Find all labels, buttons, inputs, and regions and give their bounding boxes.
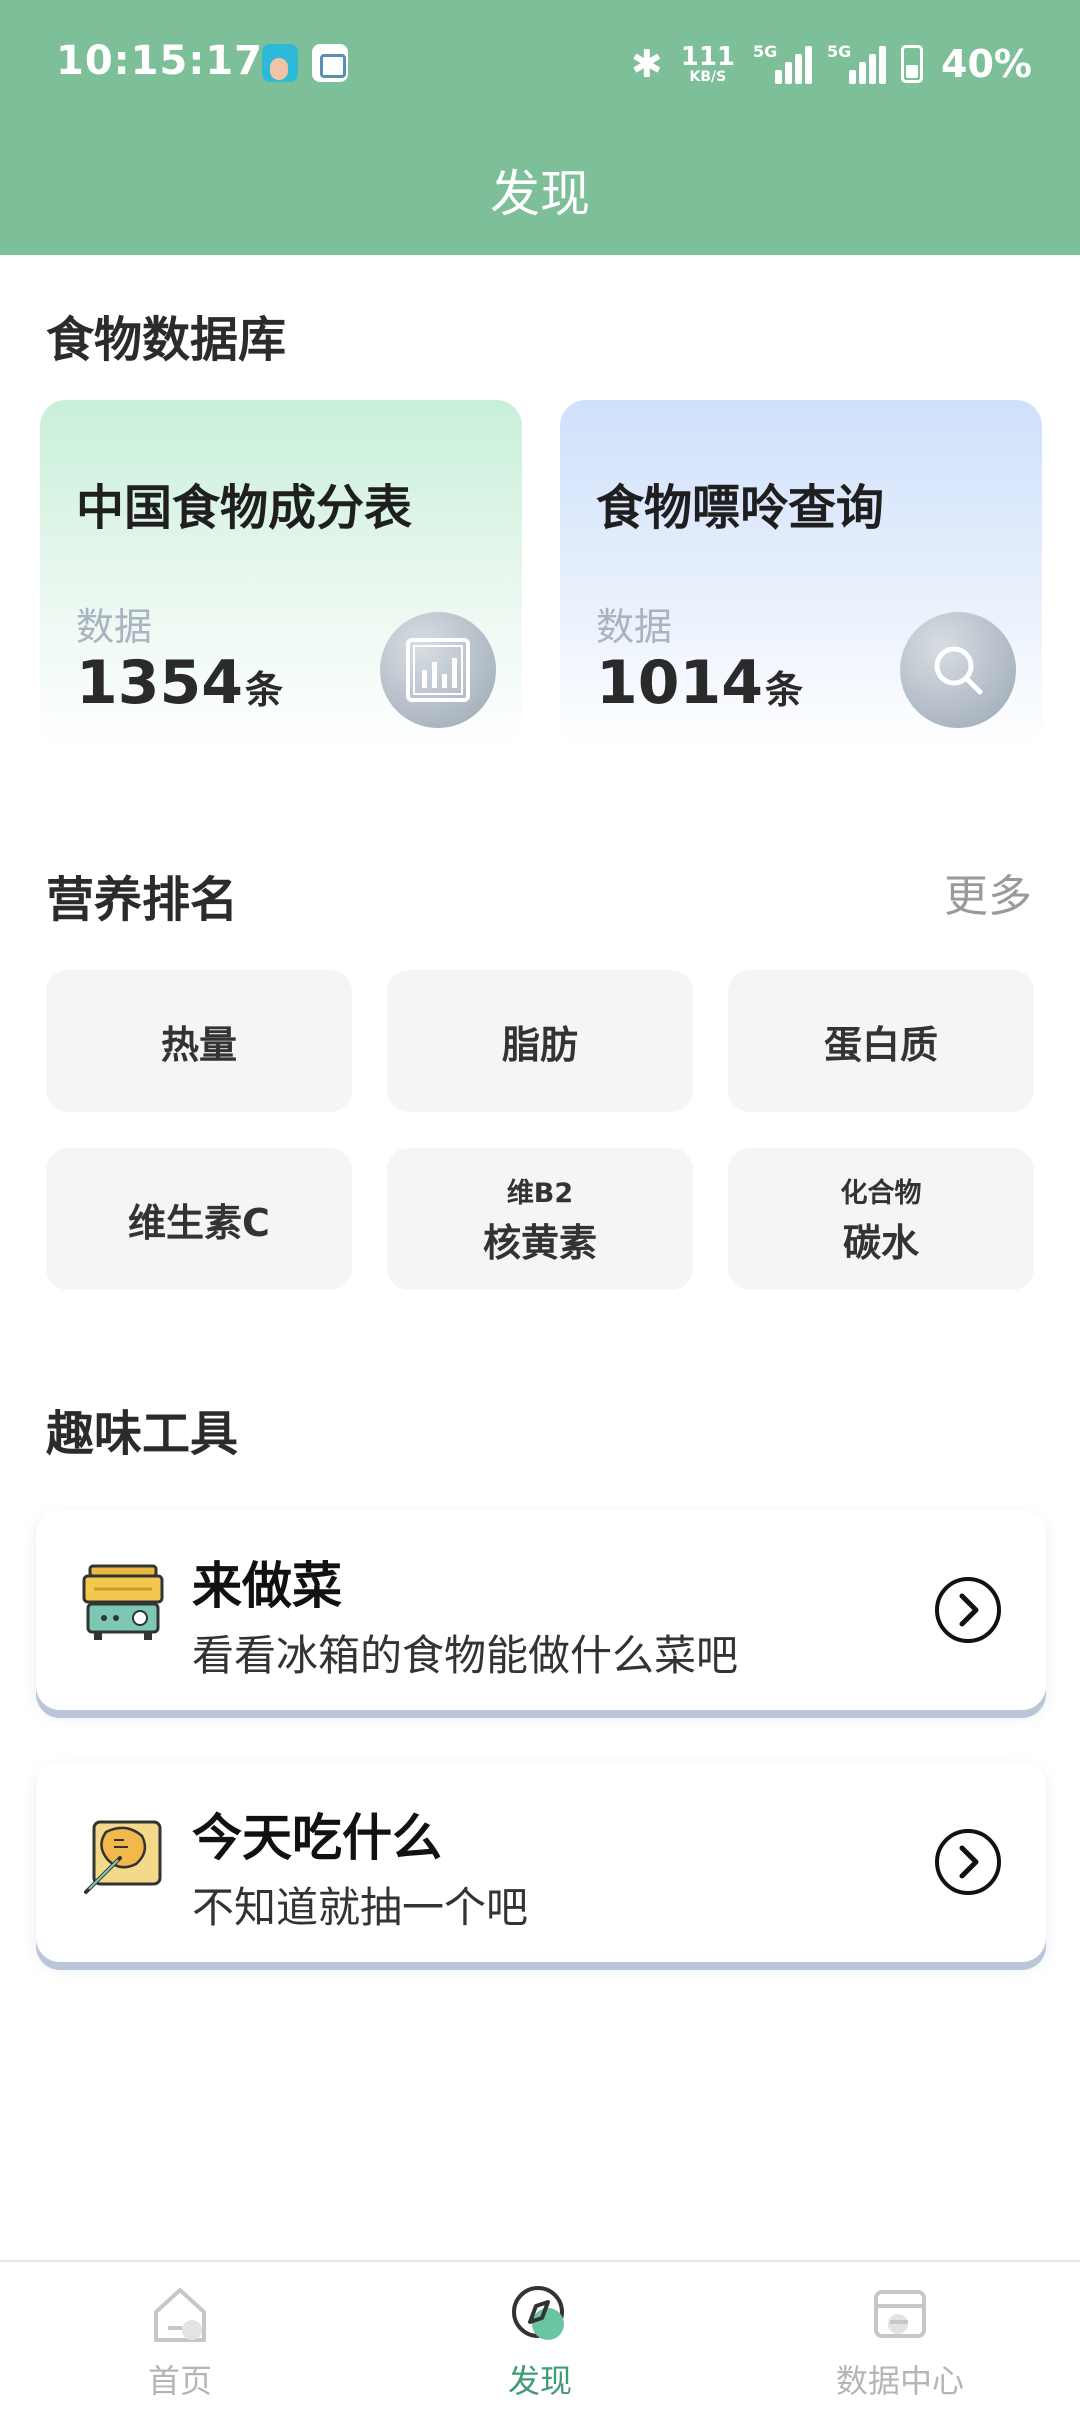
- notification-app-icon-2: [312, 44, 348, 82]
- nutrition-label: 核黄素: [482, 1221, 597, 1265]
- compass-icon: [508, 2282, 572, 2350]
- notification-app-icon: [262, 44, 298, 82]
- db-count-value: 1014: [596, 648, 763, 718]
- nav-label: 数据中心: [835, 2362, 964, 2400]
- nutrition-vitamin-c-button[interactable]: 维生素C: [46, 1148, 352, 1290]
- nav-data-center[interactable]: 数据中心: [800, 2282, 1000, 2402]
- top-header: 10:15:17 ✱ 111 KB/S 5G 5G 40% 发现: [0, 0, 1080, 255]
- db-card-sub: 数据: [76, 605, 153, 649]
- tool-description: 不知道就抽一个吧: [192, 1883, 529, 1932]
- purine-query-card[interactable]: 食物嘌呤查询 数据 1014 条: [560, 400, 1042, 750]
- food-plate-icon: [80, 1812, 166, 1898]
- nutrition-fat-button[interactable]: 脂肪: [387, 970, 693, 1112]
- db-card-count: 1354 条: [76, 648, 283, 718]
- signal-icon-2: 5G: [827, 42, 887, 86]
- what-to-eat-card[interactable]: 今天吃什么 不知道就抽一个吧: [36, 1762, 1046, 1962]
- chevron-right-circle-icon[interactable]: [932, 1826, 1004, 1898]
- nutrition-label: 维生素C: [128, 1200, 270, 1245]
- chart-icon: [380, 612, 496, 728]
- tool-title: 今天吃什么: [192, 1809, 442, 1867]
- status-bar: 10:15:17 ✱ 111 KB/S 5G 5G 40%: [0, 0, 1080, 130]
- battery-percent: 40%: [941, 42, 1032, 86]
- network-speed: 111 KB/S: [681, 44, 735, 84]
- db-count-unit: 条: [765, 668, 804, 712]
- db-count-value: 1354: [76, 648, 243, 718]
- nutrition-small-label: 化合物: [840, 1178, 922, 1209]
- page-title: 发现: [490, 165, 590, 223]
- signal-2-tag: 5G: [827, 42, 852, 61]
- nutrition-label: 碳水: [842, 1221, 919, 1265]
- more-link[interactable]: 更多: [944, 860, 1032, 924]
- tools-title: 趣味工具: [46, 1406, 239, 1462]
- food-composition-card[interactable]: 中国食物成分表 数据 1354 条: [40, 400, 522, 750]
- nav-discover[interactable]: 发现: [440, 2282, 640, 2402]
- signal-1-tag: 5G: [753, 42, 778, 61]
- nutrition-title: 营养排名: [46, 872, 239, 928]
- nutrition-riboflavin-button[interactable]: 维B2 核黄素: [387, 1148, 693, 1290]
- cooking-pot-icon: [80, 1560, 166, 1646]
- status-time: 10:15:17: [56, 38, 263, 84]
- nutrition-carbs-button[interactable]: 化合物 碳水: [728, 1148, 1034, 1290]
- home-icon: [148, 2282, 212, 2350]
- data-center-icon: [868, 2282, 932, 2350]
- tool-description: 看看冰箱的食物能做什么菜吧: [192, 1631, 739, 1680]
- tool-title: 来做菜: [192, 1557, 342, 1615]
- nutrition-protein-button[interactable]: 蛋白质: [728, 970, 1034, 1112]
- nutrition-label: 蛋白质: [823, 1022, 938, 1067]
- bottom-navigation: 首页 发现 数据中心: [0, 2260, 1080, 2414]
- nutrition-label: 热量: [160, 1022, 237, 1067]
- nutrition-calories-button[interactable]: 热量: [46, 970, 352, 1112]
- network-speed-unit: KB/S: [689, 69, 727, 85]
- nutrition-label: 脂肪: [501, 1022, 578, 1067]
- search-icon: [900, 612, 1016, 728]
- db-count-unit: 条: [245, 668, 284, 712]
- db-card-title: 中国食物成分表: [76, 480, 413, 536]
- nav-label: 发现: [507, 2362, 572, 2400]
- nav-label: 首页: [147, 2362, 212, 2400]
- nav-home[interactable]: 首页: [80, 2282, 280, 2402]
- db-card-count: 1014 条: [596, 648, 803, 718]
- db-card-sub: 数据: [596, 605, 673, 649]
- status-indicators: ✱ 111 KB/S 5G 5G 40%: [631, 34, 1032, 94]
- battery-icon: [901, 45, 924, 83]
- network-speed-value: 111: [680, 42, 736, 72]
- bluetooth-icon: ✱: [630, 42, 663, 86]
- cook-dish-card[interactable]: 来做菜 看看冰箱的食物能做什么菜吧: [36, 1510, 1046, 1710]
- chevron-right-circle-icon[interactable]: [932, 1574, 1004, 1646]
- signal-icon-1: 5G: [753, 42, 813, 86]
- db-card-title: 食物嘌呤查询: [596, 480, 885, 536]
- food-db-title: 食物数据库: [46, 312, 287, 368]
- nutrition-small-label: 维B2: [506, 1178, 574, 1209]
